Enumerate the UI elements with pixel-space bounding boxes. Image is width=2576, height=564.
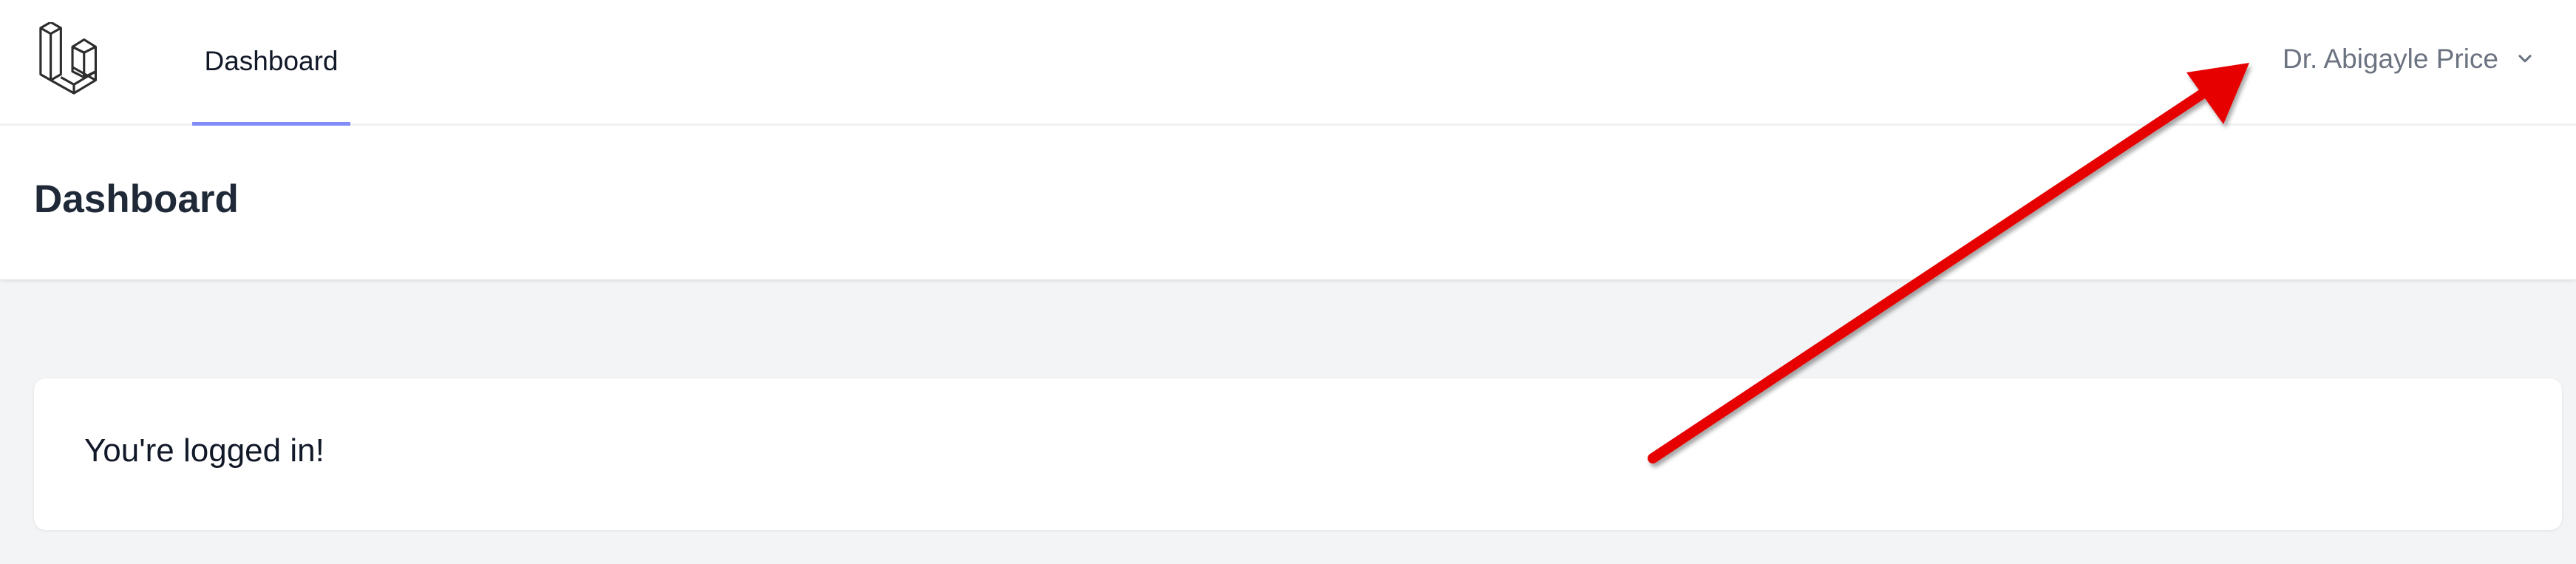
page-title: Dashboard xyxy=(34,177,239,221)
user-dropdown-trigger[interactable]: Dr. Abigayle Price xyxy=(2283,37,2535,81)
laravel-logo-icon[interactable] xyxy=(37,21,111,98)
chevron-down-icon xyxy=(2518,55,2532,63)
logged-in-message: You're logged in! xyxy=(84,432,324,469)
status-card: You're logged in! xyxy=(34,378,2562,530)
nav-link-dashboard[interactable]: Dashboard xyxy=(192,0,350,126)
top-navigation: Dashboard Dr. Abigayle Price xyxy=(0,0,2576,126)
page-header: Dashboard xyxy=(0,126,2576,279)
user-name: Dr. Abigayle Price xyxy=(2282,44,2498,74)
